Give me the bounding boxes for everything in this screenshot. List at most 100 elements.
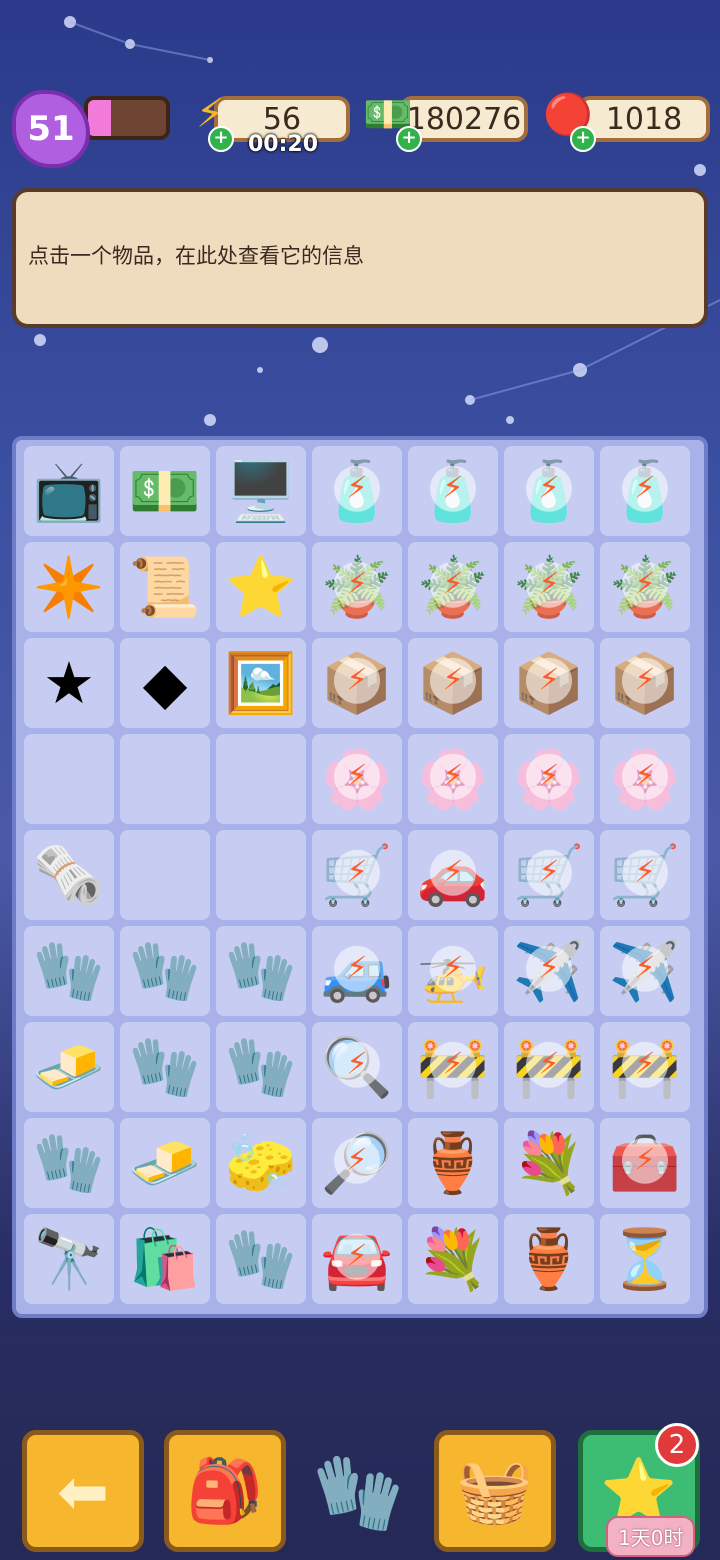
board-cell[interactable]: 🚁⚡ xyxy=(408,926,498,1016)
board-cell[interactable]: 🪴⚡ xyxy=(408,542,498,632)
board-cell[interactable]: 🔍⚡ xyxy=(312,1022,402,1112)
board-cell[interactable]: ✈️⚡ xyxy=(504,926,594,1016)
chalkboard-icon: 🖼️ xyxy=(224,649,298,717)
board-cell[interactable]: 🛍️ xyxy=(120,1214,210,1304)
photo-bag-icon: 🗞️ xyxy=(32,841,106,909)
board-cell[interactable]: ✴️ xyxy=(24,542,114,632)
board-cell[interactable]: 🏺 xyxy=(408,1118,498,1208)
board-cell[interactable]: 🗞️ xyxy=(24,830,114,920)
board-cell[interactable]: 🌸⚡ xyxy=(312,734,402,824)
board-cell[interactable]: 🪴⚡ xyxy=(504,542,594,632)
board-cell[interactable]: ◆ xyxy=(120,638,210,728)
lightning-lock-icon: ⚡ xyxy=(430,1041,476,1088)
board-cell[interactable]: 📺 xyxy=(24,446,114,536)
lightning-lock-icon: ⚡ xyxy=(622,465,668,512)
board-cell[interactable]: ⏳ xyxy=(600,1214,690,1304)
board-cell[interactable]: 📦⚡ xyxy=(600,638,690,728)
add-energy-button[interactable]: + xyxy=(208,126,234,152)
board-cell[interactable]: 🚙⚡ xyxy=(312,926,402,1016)
lightning-lock-icon: ⚡ xyxy=(622,1137,668,1184)
white-glove-icon[interactable]: 🧤 xyxy=(312,1450,404,1537)
tv-icon: 📺 xyxy=(32,457,106,525)
lightning-lock-icon: ⚡ xyxy=(334,945,380,992)
board-cell[interactable]: 🧤 xyxy=(216,1214,306,1304)
red-glove-icon: 🧤 xyxy=(32,1129,106,1197)
board-cell[interactable]: 🛒⚡ xyxy=(600,830,690,920)
lightning-lock-icon: ⚡ xyxy=(430,561,476,608)
board-cell[interactable]: 🖼️ xyxy=(216,638,306,728)
event-badge-count: 2 xyxy=(655,1423,699,1467)
arrow-left-icon: ⬅ xyxy=(57,1454,109,1528)
board-cell-empty[interactable] xyxy=(120,830,210,920)
board-cell[interactable]: 🧽 xyxy=(216,1118,306,1208)
bread-cubes-icon: 🧈 xyxy=(32,1033,106,1101)
lightning-lock-icon: ⚡ xyxy=(430,657,476,704)
lightning-lock-icon: ⚡ xyxy=(622,945,668,992)
board-cell[interactable]: 📦⚡ xyxy=(504,638,594,728)
board-cell[interactable]: 🧤 xyxy=(120,926,210,1016)
board-cell[interactable]: 💵 xyxy=(120,446,210,536)
board-cell[interactable]: 🖥️ xyxy=(216,446,306,536)
lightning-lock-icon: ⚡ xyxy=(430,465,476,512)
board-cell[interactable]: 🚘⚡ xyxy=(312,1214,402,1304)
board-cell[interactable]: 🔎⚡ xyxy=(312,1118,402,1208)
level-value: 51 xyxy=(27,109,75,149)
board-cell[interactable]: 🛒⚡ xyxy=(312,830,402,920)
basket-icon: 🧺 xyxy=(456,1454,534,1527)
board-cell[interactable]: 🧰⚡ xyxy=(600,1118,690,1208)
add-gems-button[interactable]: + xyxy=(570,126,596,152)
board-cell[interactable]: 🚗⚡ xyxy=(408,830,498,920)
add-cash-button[interactable]: + xyxy=(396,126,422,152)
board-cell[interactable]: 🧴⚡ xyxy=(408,446,498,536)
board-cell[interactable]: 🚧⚡ xyxy=(600,1022,690,1112)
board-cell[interactable]: 🧤 xyxy=(216,1022,306,1112)
board-cell[interactable]: 📜 xyxy=(120,542,210,632)
board-cell[interactable]: 📦⚡ xyxy=(312,638,402,728)
board-cell[interactable]: ★ xyxy=(24,638,114,728)
board-cell[interactable]: 🪴⚡ xyxy=(312,542,402,632)
board-cell[interactable]: 💐 xyxy=(408,1214,498,1304)
gems-counter[interactable]: 1018 xyxy=(578,96,710,142)
board-cell[interactable]: ✈️⚡ xyxy=(600,926,690,1016)
basket-button[interactable]: 🧺 xyxy=(434,1430,556,1552)
board-cell[interactable]: 🌸⚡ xyxy=(504,734,594,824)
event-timer: 1天0时 xyxy=(606,1516,696,1557)
board-cell[interactable]: 🚧⚡ xyxy=(408,1022,498,1112)
board-cell[interactable]: 🧤 xyxy=(24,1118,114,1208)
board-cell[interactable]: 🧤 xyxy=(216,926,306,1016)
board-cell[interactable]: 🧴⚡ xyxy=(504,446,594,536)
lightning-lock-icon: ⚡ xyxy=(334,657,380,704)
board-cell-empty[interactable] xyxy=(216,830,306,920)
board-cell[interactable]: 🔭 xyxy=(24,1214,114,1304)
purple-star-face-icon: ⭐ xyxy=(224,553,298,621)
board-cell[interactable]: 🧈 xyxy=(120,1118,210,1208)
board-cell-empty[interactable] xyxy=(120,734,210,824)
flower-bouquet-icon: 💐 xyxy=(512,1129,586,1197)
backpack-button[interactable]: 🎒 xyxy=(164,1430,286,1552)
board-cell[interactable]: 🌸⚡ xyxy=(600,734,690,824)
board-cell[interactable]: 🪴⚡ xyxy=(600,542,690,632)
board-cell[interactable]: 🛒⚡ xyxy=(504,830,594,920)
board-cell[interactable]: 🚧⚡ xyxy=(504,1022,594,1112)
level-badge[interactable]: 51 xyxy=(12,90,90,168)
board-cell[interactable]: 🧈 xyxy=(24,1022,114,1112)
board-cell-empty[interactable] xyxy=(216,734,306,824)
board-cell[interactable]: 🏺 xyxy=(504,1214,594,1304)
board-cell[interactable]: 🧴⚡ xyxy=(600,446,690,536)
board-cell[interactable]: 💐 xyxy=(504,1118,594,1208)
board-cell[interactable]: 🧤 xyxy=(24,926,114,1016)
lightning-lock-icon: ⚡ xyxy=(526,465,572,512)
lightning-lock-icon: ⚡ xyxy=(622,753,668,800)
board-cell[interactable]: 🧤 xyxy=(120,1022,210,1112)
board-cell-empty[interactable] xyxy=(24,734,114,824)
item-info-panel: 点击一个物品，在此处查看它的信息 xyxy=(12,188,708,328)
board-cell[interactable]: 🧴⚡ xyxy=(312,446,402,536)
cash-pile-icon: 💵 xyxy=(128,457,202,525)
board-cell[interactable]: 🌸⚡ xyxy=(408,734,498,824)
board-cell[interactable]: ⭐ xyxy=(216,542,306,632)
lightning-lock-icon: ⚡ xyxy=(622,561,668,608)
lightning-lock-icon: ⚡ xyxy=(622,1041,668,1088)
board-cell[interactable]: 📦⚡ xyxy=(408,638,498,728)
back-button[interactable]: ⬅ xyxy=(22,1430,144,1552)
cash-value: 180276 xyxy=(406,101,522,137)
